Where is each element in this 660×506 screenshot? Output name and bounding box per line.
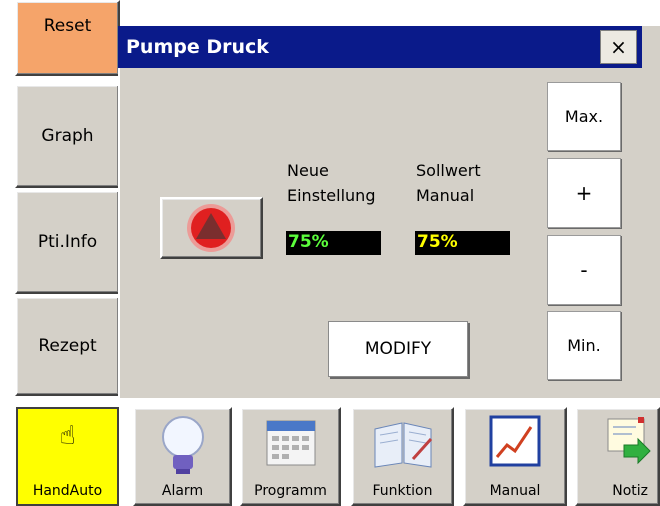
- toolbar-label-handauto: HandAuto: [32, 483, 103, 499]
- dialog-titlebar: Pumpe Druck: [118, 26, 642, 68]
- min-label: Min.: [567, 336, 601, 355]
- close-button[interactable]: ×: [600, 30, 637, 64]
- toolbar-label-programm: Programm: [254, 483, 327, 499]
- line-chart-icon: [489, 415, 541, 467]
- rezept-button[interactable]: Rezept: [15, 296, 120, 396]
- book-icon: [374, 422, 432, 468]
- toolbar-manual-button[interactable]: Manual: [463, 407, 567, 506]
- pump-toggle-button[interactable]: [160, 197, 263, 259]
- lightbulb-icon: [161, 416, 204, 474]
- modify-label: MODIFY: [364, 339, 432, 359]
- toolbar-funktion-button[interactable]: Funktion: [351, 407, 454, 506]
- max-button[interactable]: Max.: [547, 82, 621, 151]
- min-button[interactable]: Min.: [547, 311, 621, 380]
- pump-status-icon: [187, 204, 235, 252]
- plus-label: +: [575, 181, 593, 205]
- toolbar-alarm-button[interactable]: Alarm: [133, 407, 232, 506]
- toolbar-programm-button[interactable]: Programm: [240, 407, 341, 506]
- toolbar-notiz-button[interactable]: Notiz: [575, 407, 660, 506]
- pti-info-label: Pti.Info: [37, 232, 98, 252]
- sollwert-manual-label: Sollwert Manual: [416, 161, 481, 205]
- close-icon: ×: [610, 35, 627, 59]
- pti-info-button[interactable]: Pti.Info: [15, 190, 120, 294]
- hand-icon: ☝: [59, 421, 76, 451]
- modify-button[interactable]: MODIFY: [328, 321, 468, 377]
- calendar-icon: [266, 420, 315, 466]
- toolbar-label-alarm: Alarm: [161, 483, 204, 499]
- decrease-button[interactable]: -: [547, 235, 621, 305]
- rezept-label: Rezept: [38, 336, 97, 356]
- reset-button[interactable]: Reset: [15, 0, 120, 76]
- reset-label: Reset: [43, 16, 92, 36]
- note-arrow-icon: [607, 417, 651, 465]
- graph-label: Graph: [41, 126, 94, 146]
- toolbar-label-funktion: Funktion: [372, 483, 433, 499]
- sollwert-manual-value: 75%: [415, 231, 510, 255]
- toolbar-label-notiz: Notiz: [612, 483, 648, 499]
- toolbar-handauto-button[interactable]: ☝ HandAuto: [16, 407, 119, 506]
- graph-button[interactable]: Graph: [15, 84, 120, 188]
- toolbar-label-manual: Manual: [489, 483, 541, 499]
- dialog-title: Pumpe Druck: [126, 36, 269, 58]
- neue-einstellung-label: Neue Einstellung: [287, 161, 376, 205]
- minus-label: -: [580, 258, 588, 282]
- increase-button[interactable]: +: [547, 158, 621, 228]
- max-label: Max.: [564, 107, 604, 126]
- neue-einstellung-value: 75%: [286, 231, 381, 255]
